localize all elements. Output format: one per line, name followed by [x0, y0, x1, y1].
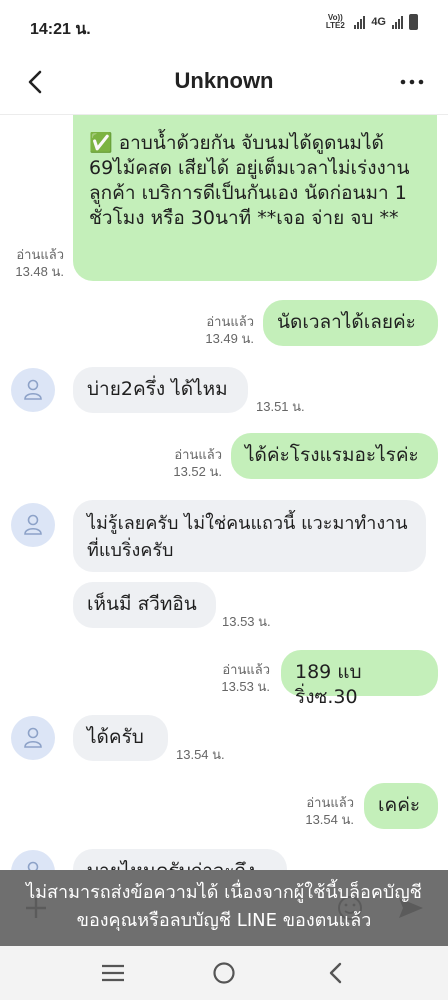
- read-receipt: อ่านแล้ว: [222, 662, 270, 677]
- user-avatar-icon: [24, 727, 42, 748]
- message-meta: อ่านแล้ว 13.54 น.: [290, 794, 354, 828]
- read-receipt: อ่านแล้ว: [16, 247, 64, 262]
- contact-avatar[interactable]: [11, 716, 55, 760]
- message-meta: อ่านแล้ว 13.53 น.: [206, 661, 270, 695]
- read-receipt: อ่านแล้ว: [206, 314, 254, 329]
- chat-title: Unknown: [174, 68, 274, 93]
- notice-line-1: ไม่สามารถส่งข้อความได้ เนื่องจากผู้ใช้นี…: [26, 882, 422, 903]
- status-time: 14:21 น.: [30, 21, 91, 38]
- message-time: 13.51 น.: [256, 399, 305, 414]
- message-time: 13.54 น.: [176, 747, 225, 762]
- notice-line-2: ของคุณหรือลบบัญชี LINE ของตนแล้ว: [76, 910, 372, 931]
- status-bar: 14:21 น. Vo)) LTE2 4G: [0, 0, 448, 52]
- message-meta: อ่านแล้ว 13.52 น.: [158, 446, 222, 480]
- more-icon[interactable]: [398, 68, 426, 96]
- contact-avatar[interactable]: [11, 503, 55, 547]
- home-icon[interactable]: [211, 960, 237, 986]
- signal-icon-2: [392, 15, 403, 29]
- system-nav-bar: [0, 946, 448, 1000]
- message-bubble-incoming[interactable]: เห็นมี สวีทอิน: [73, 582, 216, 628]
- chat-area[interactable]: ✅ อาบน้ำด้วยกัน จับนมได้ดูดนมได้ 69ไม้คส…: [0, 115, 448, 960]
- volte-indicator: Vo)) LTE2: [325, 13, 345, 30]
- message-time: 13.48 น.: [15, 264, 64, 279]
- back-nav-icon[interactable]: [323, 960, 349, 986]
- message-time: 13.54 น.: [305, 812, 354, 827]
- status-icons: Vo)) LTE2 4G: [322, 14, 418, 30]
- message-bubble-incoming[interactable]: บ่าย2ครึ่ง ได้ไหม: [73, 367, 248, 413]
- user-avatar-icon: [24, 379, 42, 400]
- contact-avatar[interactable]: [11, 368, 55, 412]
- message-time: 13.52 น.: [173, 464, 222, 479]
- message-time: 13.49 น.: [205, 331, 254, 346]
- message-time: 13.53 น.: [222, 614, 271, 629]
- network-type: 4G: [371, 16, 386, 28]
- chat-header: Unknown: [0, 52, 448, 115]
- message-bubble-outgoing[interactable]: ✅ อาบน้ำด้วยกัน จับนมได้ดูดนมได้ 69ไม้คส…: [73, 115, 437, 281]
- message-bubble-outgoing[interactable]: 189 แบริ่งซ.30: [281, 650, 438, 708]
- message-meta: อ่านแล้ว 13.49 น.: [190, 313, 254, 347]
- message-bubble-outgoing[interactable]: นัดเวลาได้เลยค่ะ: [263, 300, 438, 346]
- message-meta: อ่านแล้ว 13.48 น.: [0, 246, 64, 280]
- read-receipt: อ่านแล้ว: [174, 447, 222, 462]
- signal-icon: [354, 15, 366, 29]
- blocked-notice: ไม่สามารถส่งข้อความได้ เนื่องจากผู้ใช้นี…: [0, 870, 448, 946]
- message-bubble-incoming[interactable]: ไม่รู้เลยครับ ไม่ใช่คนแถวนี้ แวะมาทำงานท…: [73, 500, 426, 572]
- message-bubble-outgoing[interactable]: ได้ค่ะโรงแรมอะไรค่ะ: [231, 433, 438, 479]
- user-avatar-icon: [24, 514, 42, 535]
- message-bubble-incoming[interactable]: ได้ครับ: [73, 715, 168, 761]
- message-bubble-outgoing[interactable]: เคค่ะ: [364, 783, 438, 829]
- battery-icon: [409, 14, 418, 30]
- read-receipt: อ่านแล้ว: [306, 795, 354, 810]
- message-time: 13.53 น.: [221, 679, 270, 694]
- recent-apps-icon[interactable]: [100, 960, 126, 986]
